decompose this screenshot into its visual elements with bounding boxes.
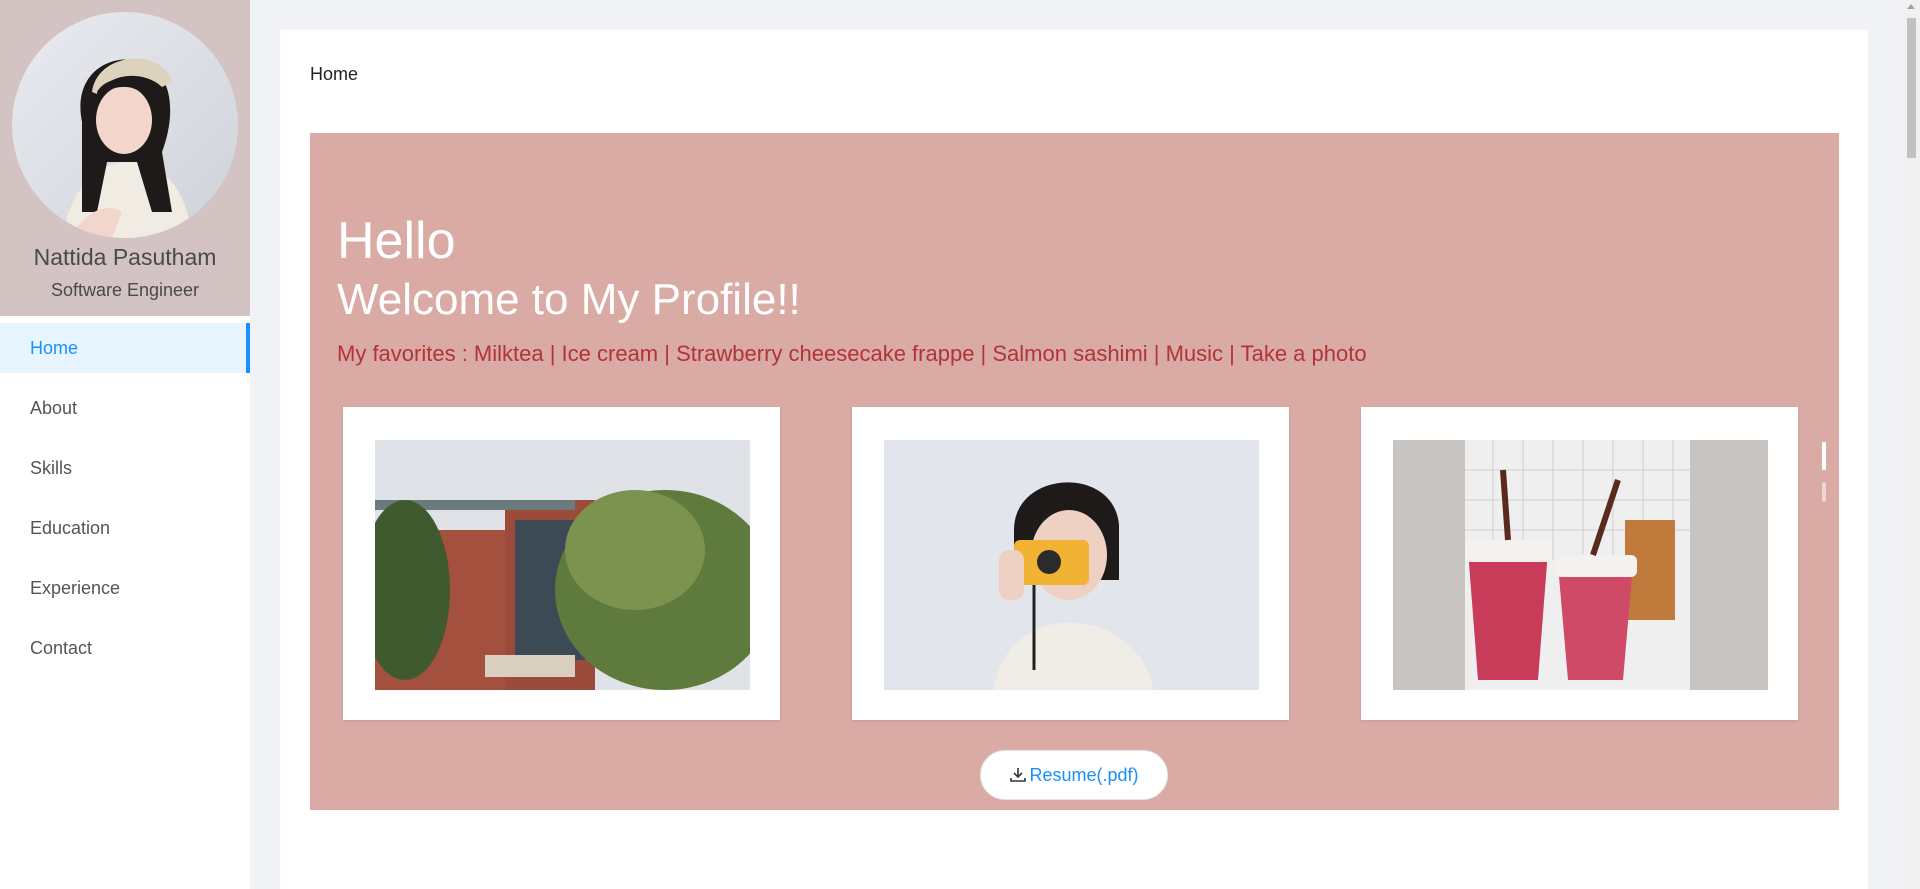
sidebar-item-contact[interactable]: Contact <box>0 623 250 673</box>
carousel-dot[interactable] <box>1822 482 1826 502</box>
resume-label: Resume(.pdf) <box>1029 764 1139 785</box>
sidebar-nav: Home About Skills Education Experience C… <box>0 323 250 673</box>
sidebar-item-home[interactable]: Home <box>0 323 250 373</box>
sidebar-item-experience[interactable]: Experience <box>0 563 250 613</box>
page-scrollbar[interactable] <box>1903 0 1920 889</box>
sidebar-item-education[interactable]: Education <box>0 503 250 553</box>
strawberry-drinks-photo <box>1393 440 1768 690</box>
girl-with-yellow-camera-photo <box>884 440 1259 690</box>
carousel-dot[interactable] <box>1822 442 1826 470</box>
hero-banner: Hello Welcome to My Profile!! My favorit… <box>310 133 1839 810</box>
download-icon <box>1010 768 1027 782</box>
avatar <box>12 12 238 238</box>
scroll-thumb[interactable] <box>1907 18 1916 158</box>
breadcrumb[interactable]: Home <box>310 64 358 85</box>
sidebar-item-about[interactable]: About <box>0 383 250 433</box>
sidebar-item-skills[interactable]: Skills <box>0 443 250 493</box>
profile-name: Nattida Pasutham <box>33 244 217 270</box>
hero-favorites: My favorites : Milktea | Ice cream | Str… <box>337 341 1367 366</box>
photo-card[interactable] <box>1361 407 1798 720</box>
carousel-indicators <box>1822 442 1826 514</box>
main-card: Home Hello Welcome to My Profile!! My fa… <box>280 30 1868 889</box>
profile-header: Nattida Pasutham Software Engineer <box>0 0 250 316</box>
hero-welcome: Welcome to My Profile!! <box>337 275 801 324</box>
building-with-trees-photo <box>375 440 750 690</box>
resume-download-button[interactable]: Resume(.pdf) <box>980 750 1168 800</box>
photo-card[interactable] <box>852 407 1289 720</box>
profile-role: Software Engineer <box>50 280 200 300</box>
hero-hello: Hello <box>337 212 456 270</box>
scroll-up-icon[interactable] <box>1907 4 1915 9</box>
photo-card[interactable] <box>343 407 780 720</box>
sidebar: Nattida Pasutham Software Engineer Home … <box>0 0 250 889</box>
